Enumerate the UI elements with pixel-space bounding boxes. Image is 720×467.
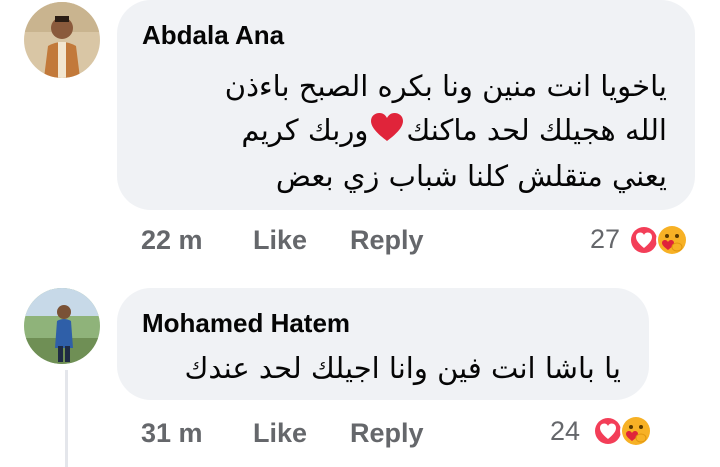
reaction-count[interactable]: 24 [550,416,580,447]
comment-line: ياخويا انت منين ونا بكره الصبح باءذن [224,69,667,103]
comment-timestamp[interactable]: 22 m [141,225,203,256]
comment-text: يا باشا انت فين وانا اجيلك لحد عندك [185,346,621,390]
like-button[interactable]: Like [253,225,307,256]
reply-button[interactable]: Reply [350,225,424,256]
comment-author[interactable]: Mohamed Hatem [142,308,350,339]
comment-bubble: Abdala Ana ياخويا انت منين ونا بكره الصب… [117,0,695,210]
comment-timestamp[interactable]: 31 m [141,418,203,449]
comment-line-with-heart: الله هجيلك لحد ماكنك وربك كريم [225,108,667,154]
reaction-count[interactable]: 27 [590,224,620,255]
heart-emoji-icon [370,110,404,154]
reaction-summary[interactable] [592,413,662,449]
comment-bubble: Mohamed Hatem يا باشا انت فين وانا اجيلك… [117,288,649,400]
comment-line: يعني متقلش كلنا شباب زي بعض [275,159,667,193]
avatar-abdala-ana[interactable] [24,2,100,78]
comment-line: يا باشا انت فين وانا اجيلك لحد عندك [184,351,621,385]
reply-thread-line [65,370,68,467]
comment-text: ياخويا انت منين ونا بكره الصبح باءذن الل… [225,64,667,198]
care-icon [620,415,652,447]
avatar-photo [24,288,100,364]
care-icon [656,224,688,256]
love-icon [629,225,659,255]
avatar-photo [24,2,100,78]
reply-button[interactable]: Reply [350,418,424,449]
comment-line: الله هجيلك لحد ماكنك [406,113,667,147]
comment-line: وربك كريم [241,113,369,147]
love-icon [593,416,623,446]
avatar-mohamed-hatem[interactable] [24,288,100,364]
comment-author[interactable]: Abdala Ana [142,20,284,51]
reaction-summary[interactable] [628,222,698,258]
like-button[interactable]: Like [253,418,307,449]
